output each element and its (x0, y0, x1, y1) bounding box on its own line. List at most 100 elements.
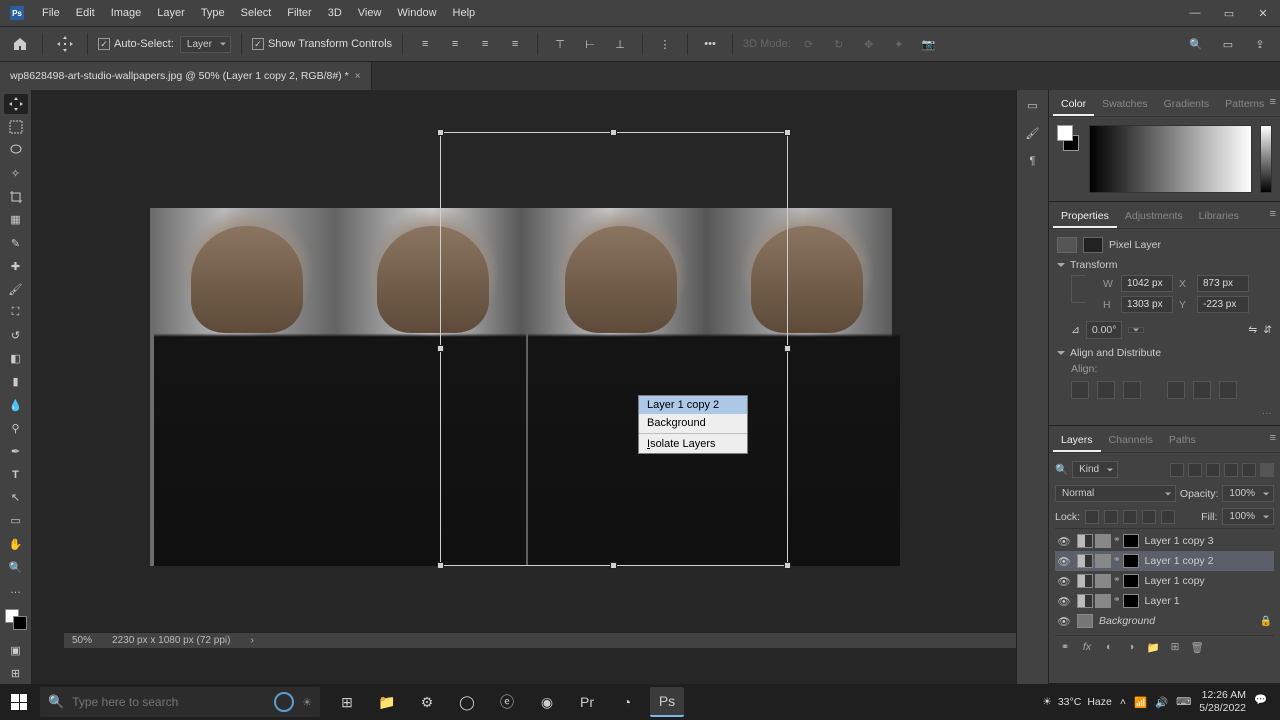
brightness-bar[interactable] (1260, 125, 1272, 193)
layer-name[interactable]: Layer 1 copy (1145, 575, 1272, 587)
search-input[interactable] (72, 695, 266, 709)
stamp-tool[interactable]: ⛶ (4, 302, 28, 322)
panel-menu-icon[interactable]: ≡ (1270, 208, 1276, 220)
doc-dimensions[interactable]: 2230 px x 1080 px (72 ppi) (112, 635, 230, 646)
align-top-icon[interactable]: ⊤ (548, 32, 572, 56)
layer-item[interactable]: 👁Background🔒 (1055, 611, 1274, 631)
lock-position-icon[interactable] (1123, 510, 1137, 524)
link-wh-icon[interactable] (1071, 275, 1085, 303)
task-view-icon[interactable]: ⊞ (330, 687, 364, 717)
layer-name[interactable]: Background (1099, 615, 1254, 627)
show-transform-checkbox[interactable]: Show Transform Controls (252, 38, 392, 50)
more-options-icon[interactable]: ••• (698, 32, 722, 56)
tab-properties[interactable]: Properties (1053, 206, 1117, 228)
menu-3d[interactable]: 3D (320, 3, 350, 23)
lock-image-icon[interactable] (1104, 510, 1118, 524)
move-tool-icon[interactable] (53, 32, 77, 56)
premiere-icon[interactable]: Pr (570, 687, 604, 717)
home-icon[interactable] (8, 32, 32, 56)
network-icon[interactable]: 📶 (1134, 696, 1147, 709)
path-tool[interactable]: ↖ (4, 488, 28, 508)
weather-widget[interactable]: ☀ 33°C Haze (1042, 696, 1111, 708)
move-tool[interactable] (4, 94, 28, 114)
tab-libraries[interactable]: Libraries (1191, 206, 1247, 228)
blend-mode-dropdown[interactable]: Normal (1055, 485, 1176, 502)
tab-channels[interactable]: Channels (1101, 430, 1161, 452)
search-icon[interactable]: 🔍 (1184, 32, 1208, 56)
menu-select[interactable]: Select (233, 3, 280, 23)
explorer-icon[interactable]: 📁 (370, 687, 404, 717)
align-right-icon[interactable]: ≡ (473, 32, 497, 56)
maximize-button[interactable]: ▭ (1212, 0, 1246, 26)
visibility-icon[interactable]: 👁 (1057, 595, 1071, 608)
align-center-h-button[interactable] (1097, 381, 1115, 399)
link-layers-icon[interactable]: ⚭ (1057, 640, 1073, 654)
lock-artboard-icon[interactable] (1142, 510, 1156, 524)
align-left-icon[interactable]: ≡ (413, 32, 437, 56)
start-button[interactable] (0, 684, 38, 720)
brush-tool[interactable]: 🖌 (4, 279, 28, 299)
fg-bg-swatch[interactable] (1057, 125, 1081, 193)
panel-menu-icon[interactable]: ≡ (1270, 432, 1276, 444)
layer-item[interactable]: 👁⚭Layer 1 copy 2 (1055, 551, 1274, 571)
tab-layers[interactable]: Layers (1053, 430, 1101, 452)
align-bottom-button[interactable] (1219, 381, 1237, 399)
clock[interactable]: 12:26 AM 5/28/2022 (1199, 689, 1246, 714)
group-icon[interactable]: 📁 (1145, 640, 1161, 654)
obs-icon[interactable]: ◔ (610, 687, 644, 717)
tab-swatches[interactable]: Swatches (1094, 94, 1156, 116)
cortana-icon[interactable] (274, 692, 294, 712)
panel-menu-icon[interactable]: ≡ (1270, 96, 1276, 108)
context-background[interactable]: Background (639, 414, 747, 432)
flip-h-icon[interactable]: ⇋ (1248, 324, 1257, 336)
menu-edit[interactable]: Edit (68, 3, 103, 23)
layer-item[interactable]: 👁⚭Layer 1 copy (1055, 571, 1274, 591)
status-arrow-icon[interactable]: › (250, 635, 253, 646)
color-swatch[interactable] (5, 609, 27, 629)
tab-adjustments[interactable]: Adjustments (1117, 206, 1191, 228)
tab-close-icon[interactable]: × (355, 71, 361, 82)
menu-filter[interactable]: Filter (279, 3, 319, 23)
layer-item[interactable]: 👁⚭Layer 1 (1055, 591, 1274, 611)
visibility-icon[interactable]: 👁 (1057, 615, 1071, 628)
menu-window[interactable]: Window (389, 3, 444, 23)
context-isolate-layers[interactable]: Isolate Layers (639, 435, 747, 453)
workspace-icon[interactable]: ▭ (1216, 32, 1240, 56)
type-tool[interactable]: T (4, 465, 28, 485)
history-panel-icon[interactable]: ▭ (1024, 96, 1042, 114)
menu-layer[interactable]: Layer (149, 3, 193, 23)
layer-name[interactable]: Layer 1 (1145, 595, 1272, 607)
volume-icon[interactable]: 🔊 (1155, 696, 1168, 709)
blur-tool[interactable]: 💧 (4, 395, 28, 415)
brush-panel-icon[interactable]: 🖌 (1024, 124, 1042, 142)
align-section[interactable]: Align and Distribute (1057, 347, 1272, 359)
lock-all-icon[interactable] (1161, 510, 1175, 524)
document-canvas[interactable] (150, 208, 892, 566)
gradient-tool[interactable]: ▮ (4, 372, 28, 392)
taskbar-search[interactable]: 🔍 ☀ (40, 687, 320, 717)
angle-field[interactable]: 0.00° (1086, 321, 1123, 339)
canvas-area[interactable]: Layer 1 copy 2 Background Isolate Layers… (32, 90, 1016, 684)
height-field[interactable]: 1303 px (1121, 296, 1173, 313)
close-button[interactable]: ✕ (1246, 0, 1280, 26)
visibility-icon[interactable]: 👁 (1057, 555, 1071, 568)
photoshop-icon[interactable]: Ps (650, 687, 684, 717)
menu-type[interactable]: Type (193, 3, 233, 23)
settings-icon[interactable]: ⚙ (410, 687, 444, 717)
context-layer1copy2[interactable]: Layer 1 copy 2 (639, 396, 747, 414)
filter-smart-icon[interactable] (1242, 463, 1256, 477)
layer-name[interactable]: Layer 1 copy 3 (1145, 535, 1272, 547)
align-top-button[interactable] (1167, 381, 1185, 399)
lasso-tool[interactable] (4, 140, 28, 160)
delete-layer-icon[interactable]: 🗑 (1189, 640, 1205, 654)
wand-tool[interactable]: ✧ (4, 163, 28, 183)
layer-mask-icon[interactable]: ◐ (1101, 640, 1117, 654)
marquee-tool[interactable] (4, 117, 28, 137)
tab-paths[interactable]: Paths (1161, 430, 1204, 452)
document-tab[interactable]: wp8628498-art-studio-wallpapers.jpg @ 50… (0, 62, 372, 90)
visibility-icon[interactable]: 👁 (1057, 535, 1071, 548)
layer-name[interactable]: Layer 1 copy 2 (1145, 555, 1272, 567)
y-field[interactable]: -223 px (1197, 296, 1249, 313)
more-align-icon[interactable]: … (1057, 405, 1272, 417)
hand-tool[interactable]: ✋ (4, 534, 28, 554)
